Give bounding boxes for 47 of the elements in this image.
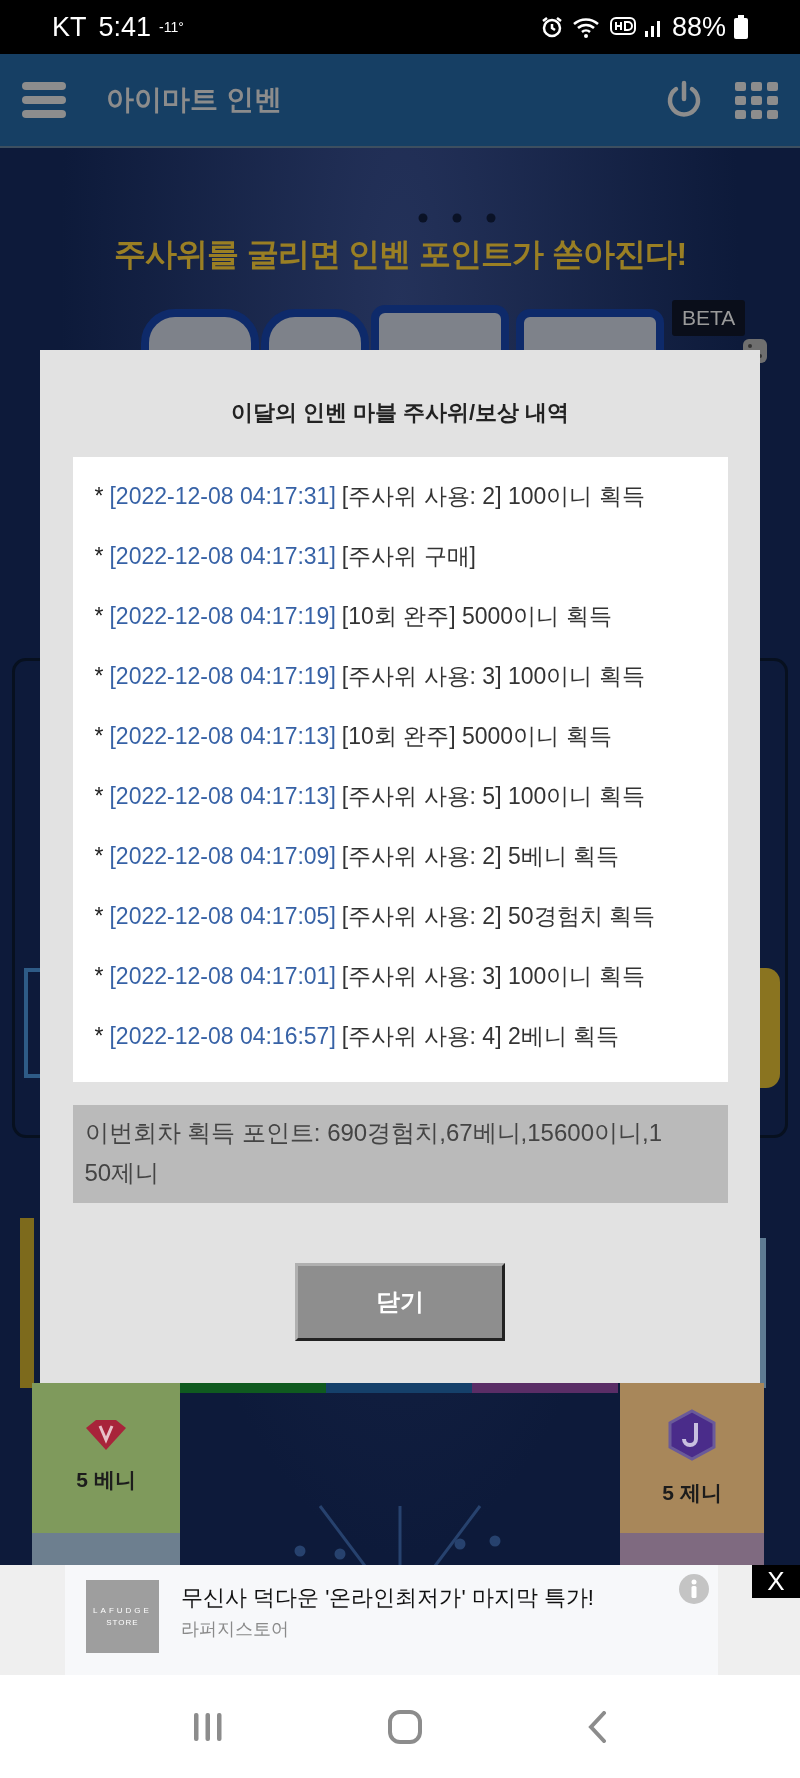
ad-headline: 무신사 덕다운 '온라인최저가' 마지막 특가! bbox=[181, 1584, 594, 1612]
history-text: [주사위 사용: 2] 5베니 획득 bbox=[341, 842, 620, 871]
bullet-mark: * bbox=[94, 662, 104, 691]
tile-label: 5 베니 bbox=[76, 1467, 136, 1494]
history-text: [주사위 사용: 5] 100이니 획득 bbox=[341, 782, 645, 811]
bullet-mark: * bbox=[94, 842, 104, 871]
temperature-label: -11° bbox=[159, 17, 184, 37]
timestamp: [2022-12-08 04:17:19] bbox=[109, 602, 336, 631]
bullet-mark: * bbox=[94, 482, 104, 511]
timestamp: [2022-12-08 04:17:31] bbox=[109, 482, 336, 511]
history-text: [주사위 사용: 2] 100이니 획득 bbox=[341, 482, 645, 511]
ad-banner[interactable]: LAFUDGE STORE 무신사 덕다운 '온라인최저가' 마지막 특가! 라퍼지스토어 bbox=[65, 1565, 718, 1675]
timestamp: [2022-12-08 04:16:57] bbox=[109, 1022, 336, 1051]
tile-label: 5 제니 bbox=[662, 1480, 722, 1507]
history-text: [주사위 구매] bbox=[341, 542, 476, 571]
timestamp: [2022-12-08 04:17:13] bbox=[109, 722, 336, 751]
summary-text: 이번회차 획득 포인트: 690경험치,67베니,15600이니,150제니 bbox=[84, 1118, 663, 1188]
history-text: [주사위 사용: 3] 100이니 획득 bbox=[341, 962, 645, 991]
bullet-mark: * bbox=[94, 962, 104, 991]
bullet-mark: * bbox=[94, 902, 104, 931]
ad-advertiser: 라퍼지스토어 bbox=[181, 1618, 290, 1641]
bullet-mark: * bbox=[94, 782, 104, 811]
clock-time: 5:41 bbox=[98, 10, 152, 44]
logo-text: LAFUDGE bbox=[93, 1604, 152, 1617]
history-text: [10회 완주] 5000이니 획득 bbox=[341, 602, 612, 631]
timestamp: [2022-12-08 04:17:05] bbox=[109, 902, 336, 931]
history-text: [주사위 사용: 3] 100이니 획득 bbox=[341, 662, 645, 691]
battery-percent: 88% bbox=[671, 10, 726, 44]
bullet-mark: * bbox=[94, 722, 104, 751]
bullet-mark: * bbox=[94, 1022, 104, 1051]
app-title: 아이마트 인벤 bbox=[106, 83, 282, 117]
timestamp: [2022-12-08 04:17:19] bbox=[109, 662, 336, 691]
beta-badge: BETA bbox=[672, 300, 746, 336]
timestamp: [2022-12-08 04:17:01] bbox=[109, 962, 336, 991]
timestamp: [2022-12-08 04:17:31] bbox=[109, 542, 336, 571]
timestamp: [2022-12-08 04:17:13] bbox=[109, 782, 336, 811]
history-text: [10회 완주] 5000이니 획득 bbox=[341, 722, 612, 751]
history-text: [주사위 사용: 2] 50경험치 획득 bbox=[341, 902, 655, 931]
ad-close-button[interactable]: X bbox=[752, 1565, 800, 1598]
history-text: [주사위 사용: 4] 2베니 획득 bbox=[341, 1022, 620, 1051]
bullet-mark: * bbox=[94, 542, 104, 571]
dialog-title: 이달의 인벤 마블 주사위/보상 내역 bbox=[230, 399, 570, 427]
timestamp: [2022-12-08 04:17:09] bbox=[109, 842, 336, 871]
carrier-label: KT bbox=[52, 10, 87, 44]
bullet-mark: * bbox=[94, 602, 104, 631]
logo-subtext: STORE bbox=[106, 1616, 139, 1629]
banner-headline: 주사위를 굴리면 인벤 포인트가 쏟아진다! bbox=[112, 235, 688, 274]
